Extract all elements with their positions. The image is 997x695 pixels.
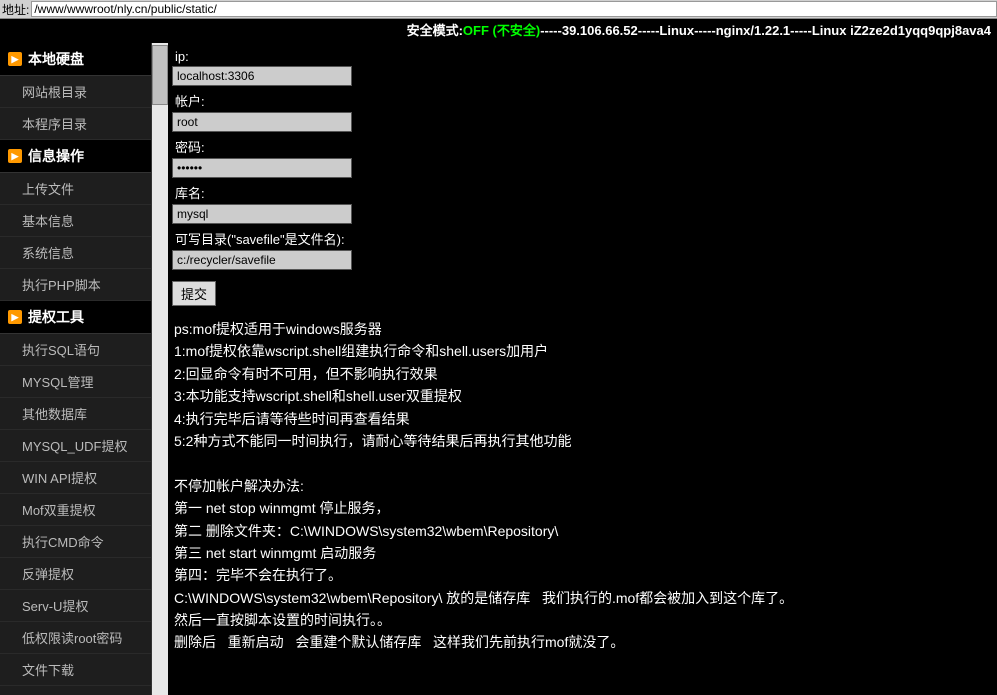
section-header[interactable]: ▶ 提权工具 (0, 301, 151, 334)
sidebar-item[interactable]: 执行SQL语句 (0, 334, 151, 366)
sidebar-item[interactable]: 系统信息 (0, 237, 151, 269)
sidebar-item[interactable]: 端口扫描 (0, 686, 151, 695)
address-bar: 地址: (0, 0, 997, 19)
dbname-input[interactable] (172, 204, 352, 224)
sidebar-item[interactable]: 其他数据库 (0, 398, 151, 430)
section-title: 本地硬盘 (28, 49, 84, 69)
scroll-thumb[interactable] (152, 45, 168, 105)
status-sep2: ----- (638, 23, 660, 38)
arrow-right-icon: ▶ (8, 149, 22, 163)
status-os: Linux (659, 23, 694, 38)
sidebar-item[interactable]: 执行CMD命令 (0, 526, 151, 558)
sidebar-item[interactable]: 网站根目录 (0, 76, 151, 108)
sidebar-item[interactable]: Serv-U提权 (0, 590, 151, 622)
status-host: Linux iZ2ze2d1yqq9qpj8ava4 (812, 23, 991, 38)
status-bar: 安全模式:OFF (不安全)-----39.106.66.52-----Linu… (0, 19, 997, 43)
sidebar-item[interactable]: MYSQL管理 (0, 366, 151, 398)
sidebar-item[interactable]: MYSQL_UDF提权 (0, 430, 151, 462)
sidebar-item[interactable]: WIN API提权 (0, 462, 151, 494)
sidebar-item[interactable]: 执行PHP脚本 (0, 269, 151, 301)
section-title: 信息操作 (28, 146, 84, 166)
savedir-label: 可写目录("savefile"是文件名): (172, 227, 993, 250)
ip-label: ip: (172, 47, 993, 66)
sidebar-item[interactable]: 低权限读root密码 (0, 622, 151, 654)
sidebar-item[interactable]: 反弹提权 (0, 558, 151, 590)
sidebar-item[interactable]: 文件下载 (0, 654, 151, 686)
password-label: 密码: (172, 135, 993, 158)
status-sep1: ----- (540, 23, 562, 38)
address-input[interactable] (31, 1, 997, 17)
arrow-right-icon: ▶ (8, 52, 22, 66)
sidebar-item[interactable]: 本程序目录 (0, 108, 151, 140)
sidebar-scrollbar[interactable] (152, 43, 168, 695)
status-mode: OFF (不安全) (463, 23, 540, 38)
ip-input[interactable] (172, 66, 352, 86)
sidebar-item[interactable]: 上传文件 (0, 173, 151, 205)
info-text: ps:mof提权适用于windows服务器 1:mof提权依靠wscript.s… (172, 314, 993, 658)
status-sep4: ----- (790, 23, 812, 38)
status-server: nginx/1.22.1 (716, 23, 790, 38)
content-pane: ip: 帐户: 密码: 库名: 可写目录("savefile"是文件名): 提交… (168, 43, 997, 695)
dbname-label: 库名: (172, 181, 993, 204)
account-input[interactable] (172, 112, 352, 132)
status-sep3: ----- (694, 23, 716, 38)
sidebar: ▶本地硬盘网站根目录本程序目录▶信息操作上传文件基本信息系统信息执行PHP脚本▶… (0, 43, 152, 695)
section-title: 提权工具 (28, 307, 84, 327)
arrow-right-icon: ▶ (8, 310, 22, 324)
status-prefix: 安全模式: (407, 23, 463, 38)
password-input[interactable] (172, 158, 352, 178)
submit-button[interactable]: 提交 (172, 281, 216, 306)
section-header[interactable]: ▶ 信息操作 (0, 140, 151, 173)
savedir-input[interactable] (172, 250, 352, 270)
sidebar-item[interactable]: Mof双重提权 (0, 494, 151, 526)
account-label: 帐户: (172, 89, 993, 112)
status-ip: 39.106.66.52 (562, 23, 638, 38)
section-header[interactable]: ▶ 本地硬盘 (0, 43, 151, 76)
main-wrap: ▶本地硬盘网站根目录本程序目录▶信息操作上传文件基本信息系统信息执行PHP脚本▶… (0, 43, 997, 695)
address-label: 地址: (0, 1, 31, 18)
sidebar-item[interactable]: 基本信息 (0, 205, 151, 237)
